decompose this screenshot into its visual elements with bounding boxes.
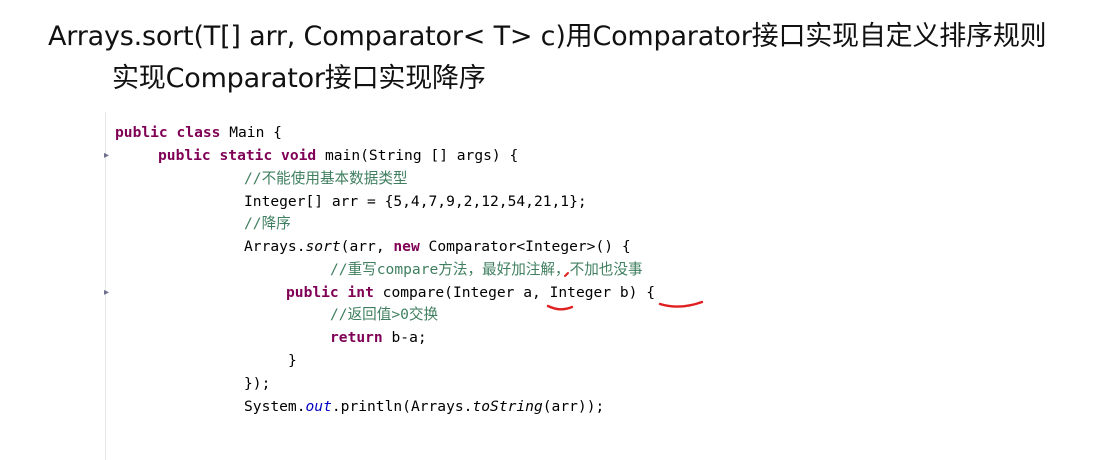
code-line: public static void main(String [] args) … xyxy=(158,146,518,166)
code-text: (arr, xyxy=(340,238,394,255)
fold-marker-icon: ▸ xyxy=(104,287,110,298)
keyword: public xyxy=(115,124,168,141)
code-line: }); xyxy=(244,375,271,392)
code-comment: //降序 xyxy=(244,215,291,232)
code-text: main(String [] args) { xyxy=(316,147,519,164)
code-comment: //重写compare方法，最好加注解，不加也没事 xyxy=(330,261,643,278)
method-name: toString xyxy=(472,398,543,415)
code-text: System. xyxy=(244,398,306,415)
code-text: Arrays. xyxy=(244,238,306,255)
code-line: Integer[] arr = {5,4,7,9,2,12,54,21,1}; xyxy=(244,193,587,210)
code-comment: //返回值>0交换 xyxy=(330,306,439,323)
keyword: new xyxy=(393,238,420,255)
keyword: static xyxy=(219,147,273,164)
keyword: class xyxy=(176,124,221,141)
keyword: void xyxy=(281,147,317,164)
keyword: public xyxy=(286,284,339,301)
code-text: b-a; xyxy=(382,329,427,346)
field-name: out xyxy=(305,398,332,415)
code-text: (arr)); xyxy=(542,398,605,415)
code-line: public class Main { xyxy=(115,123,282,143)
code-text: Main { xyxy=(220,124,282,141)
code-line: } xyxy=(288,352,297,369)
code-line: public int compare(Integer a, Integer b)… xyxy=(286,283,655,303)
slide-title: Arrays.sort(T[] arr, Comparator< T> c)用C… xyxy=(48,21,1047,52)
code-text: Comparator<Integer>() { xyxy=(419,238,631,255)
method-name: sort xyxy=(305,238,341,255)
code-line: Arrays.sort(arr, new Comparator<Integer>… xyxy=(244,237,631,257)
code-text: .println(Arrays. xyxy=(331,398,473,415)
code-line: return b-a; xyxy=(330,328,427,348)
slide-subtitle: 实现Comparator接口实现降序 xyxy=(112,63,486,94)
code-comment: //不能使用基本数据类型 xyxy=(244,170,408,187)
keyword: return xyxy=(330,329,383,346)
code-text: compare(Integer a, Integer b) { xyxy=(373,284,656,301)
keyword: int xyxy=(347,284,374,301)
fold-marker-icon: ▸ xyxy=(104,150,110,161)
keyword: public xyxy=(158,147,211,164)
code-line: System.out.println(Arrays.toString(arr))… xyxy=(244,397,604,417)
